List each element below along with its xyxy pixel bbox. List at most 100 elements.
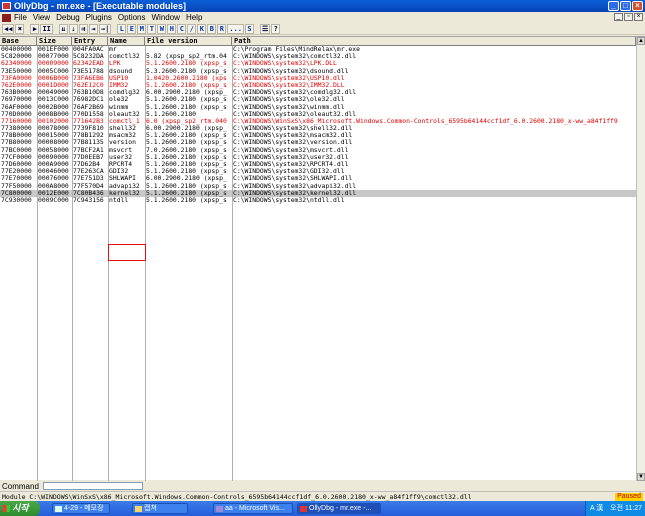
cell-entry: 004FA0AC (73, 46, 104, 53)
module-row[interactable]: 77B80000 00008000 77B81135 version 5.1.2600.… (0, 139, 636, 146)
tb-handles-button[interactable]: H (167, 23, 177, 34)
col-size[interactable]: Size (37, 37, 72, 46)
module-row[interactable]: 76AF0000 0002B000 76AF2B69 winmm 5.1.2600.21… (0, 104, 636, 111)
ime-indicator[interactable]: A 漢 (590, 501, 603, 516)
cell-ver: 5.1.2600.2180 (xpsp_s (146, 132, 227, 140)
module-row[interactable]: 5C820000 00077000 5C8232DA comctl32 5.82 (xp… (0, 53, 636, 60)
tb-references-button[interactable]: R (217, 23, 227, 34)
tb-modules-button[interactable]: E (127, 23, 137, 34)
minimize-button[interactable]: _ (608, 1, 619, 11)
task-label: OllyDbg - mr.exe -... (309, 505, 372, 512)
tb-patches-button[interactable]: / (187, 23, 197, 34)
col-base[interactable]: Base (0, 37, 37, 46)
module-row[interactable]: 77D60000 000A9000 77D62B4 RPCRT4 5.1.2600.21… (0, 161, 636, 168)
menu-debug[interactable]: Debug (56, 13, 80, 22)
module-row[interactable]: 77380000 00078000 7739F810 shell32 6.00.2900… (0, 125, 636, 132)
ollydbg-window: OllyDbg - mr.exe - [Executable modules] … (0, 0, 645, 516)
scroll-down-icon[interactable]: ▼ (637, 473, 645, 481)
cell-entry: 76AF2B69 (73, 103, 104, 111)
child-restore-button[interactable]: ▫ (624, 13, 633, 21)
child-minimize-button[interactable]: _ (614, 13, 623, 21)
cell-name: ole32 (109, 96, 129, 104)
title-bar[interactable]: OllyDbg - mr.exe - [Executable modules] … (0, 0, 645, 12)
module-row[interactable]: 77BC0000 00058000 77BCF2A1 msvcrt 7.0.2600.2… (0, 147, 636, 154)
module-row[interactable]: 77160000 00102000 771642B3 comctl_1 6.0 (xps… (0, 118, 636, 125)
cell-name: ntdll (109, 196, 129, 204)
menu-help[interactable]: Help (186, 13, 202, 22)
tb-breakpoints-button[interactable]: B (207, 23, 217, 34)
clock[interactable]: 오전 11:27 (610, 501, 642, 516)
module-row[interactable]: 00400000 001EF000 004FA0AC mr C:\Program Fil… (0, 46, 636, 53)
module-row[interactable]: 778B0000 00015000 778B1292 msacm32 5.1.2600.… (0, 132, 636, 139)
cell-base: 76AF0000 (1, 103, 32, 111)
module-row[interactable]: 77E70000 00076000 77E751D3 SHLWAPI 6.00.2900… (0, 175, 636, 182)
module-row[interactable]: 763B0000 00049000 763B10D8 comdlg32 6.00.290… (0, 89, 636, 96)
cell-name: comctl32 (109, 53, 140, 61)
start-button[interactable]: 시작 (0, 501, 40, 516)
child-close-button[interactable]: × (634, 13, 643, 21)
tb-memory-button[interactable]: M (137, 23, 147, 34)
module-row[interactable]: 7C930000 0009C000 7C943156 ntdll 5.1.2600.21… (0, 197, 636, 204)
cell-name: dsound (109, 67, 133, 75)
command-input[interactable] (42, 482, 143, 490)
tb-help-button[interactable]: ? (271, 23, 281, 34)
cell-name: LPK (109, 60, 121, 68)
menu-view[interactable]: View (33, 13, 50, 22)
menu-plugins[interactable]: Plugins (86, 13, 112, 22)
col-file-version[interactable]: File version (145, 37, 232, 46)
menu-window[interactable]: Window (152, 13, 180, 22)
module-row[interactable]: 762E0000 0001D000 762E12C0 IMM32 5.1.2600.21… (0, 82, 636, 89)
cell-name: IMM32 (109, 81, 129, 89)
col-name[interactable]: Name (108, 37, 145, 46)
task-ollydbg[interactable]: OllyDbg - mr.exe -... (297, 503, 381, 514)
task-capture[interactable]: 캡쳐 (132, 503, 188, 514)
cell-name: user32 (109, 153, 133, 161)
tb-source-button[interactable]: S (244, 23, 254, 34)
tb-pause-button[interactable]: II (40, 23, 53, 34)
vertical-scrollbar[interactable]: ▲ ▼ (636, 37, 645, 481)
document-icon[interactable] (2, 13, 11, 22)
tb-log-button[interactable]: L (117, 23, 127, 34)
tb-restart-button[interactable]: ◀◀ (2, 23, 15, 34)
task-notepad[interactable]: 4-29 - 메모장 (52, 503, 110, 514)
module-row[interactable]: 77CF0000 00090000 77D0EEB7 user32 5.1.2600.2… (0, 154, 636, 161)
tb-options-button[interactable]: ☰ (259, 23, 271, 34)
tb-step-into-button[interactable]: ⇊ (58, 23, 68, 34)
module-row[interactable]: 62340000 00009000 62342EAD LPK 5.1.2600.2180… (0, 60, 636, 67)
cell-name: version (109, 139, 136, 147)
cell-size: 000A9000 (38, 161, 69, 168)
tb-cpu-button[interactable]: C (177, 23, 187, 34)
tb-windows-button[interactable]: W (157, 23, 167, 34)
module-row[interactable]: 77F50000 000A8000 77F570D4 advapi32 5.1.2600… (0, 183, 636, 190)
tb-run-button[interactable]: ▶ (30, 23, 40, 34)
col-path[interactable]: Path (232, 37, 636, 46)
module-row[interactable]: 770D0000 0008B000 770D1558 oleaut32 5.1.2600… (0, 111, 636, 118)
cell-size: 0005C000 (38, 67, 69, 75)
module-row[interactable]: 77E20000 00046000 77E263CA GDI32 5.1.2600.21… (0, 168, 636, 175)
menu-options[interactable]: Options (118, 13, 146, 22)
tb-execute-till-return-button[interactable]: →| (98, 23, 112, 34)
module-row[interactable]: 76970000 0013C000 76982DC1 ole32 5.1.2600.21… (0, 96, 636, 103)
cell-entry: 62342EAD (73, 60, 104, 68)
module-row[interactable]: 7C800000 0012E000 7C80B436 kernel32 5.1.2600… (0, 189, 636, 197)
menu-file[interactable]: File (14, 13, 27, 22)
tb-close-button[interactable]: ✖ (15, 23, 25, 34)
module-row[interactable]: 73E50000 0005C000 73E51788 dsound 5.3.2600.2… (0, 68, 636, 75)
module-row[interactable]: 73FA0000 0006B000 73FA6EB6 USP10 1.0420.2600… (0, 75, 636, 82)
cell-size: 000A8000 (38, 182, 69, 190)
tb-step-over-button[interactable]: ⇣ (68, 23, 78, 34)
close-button[interactable]: × (632, 1, 643, 11)
cell-base: 77380000 (1, 125, 32, 133)
tb-trace-into-button[interactable]: ⇉ (78, 23, 88, 34)
maximize-button[interactable]: □ (620, 1, 631, 11)
task-visual-studio[interactable]: aa - Microsoft Vis... (213, 503, 293, 514)
module-list: 00400000 001EF000 004FA0AC mr C:\Program Fil… (0, 46, 636, 481)
cell-base: 7C930000 (1, 196, 32, 204)
cell-path: C:\WINDOWS\system32\shell32.dll (233, 125, 353, 133)
tb-threads-button[interactable]: T (147, 23, 157, 34)
col-entry[interactable]: Entry (72, 37, 108, 46)
scroll-up-icon[interactable]: ▲ (637, 37, 645, 45)
tb-callstack-button[interactable]: K (197, 23, 207, 34)
tb-runtrace-button[interactable]: ... (227, 23, 244, 34)
tb-trace-over-button[interactable]: ⇥ (88, 23, 98, 34)
